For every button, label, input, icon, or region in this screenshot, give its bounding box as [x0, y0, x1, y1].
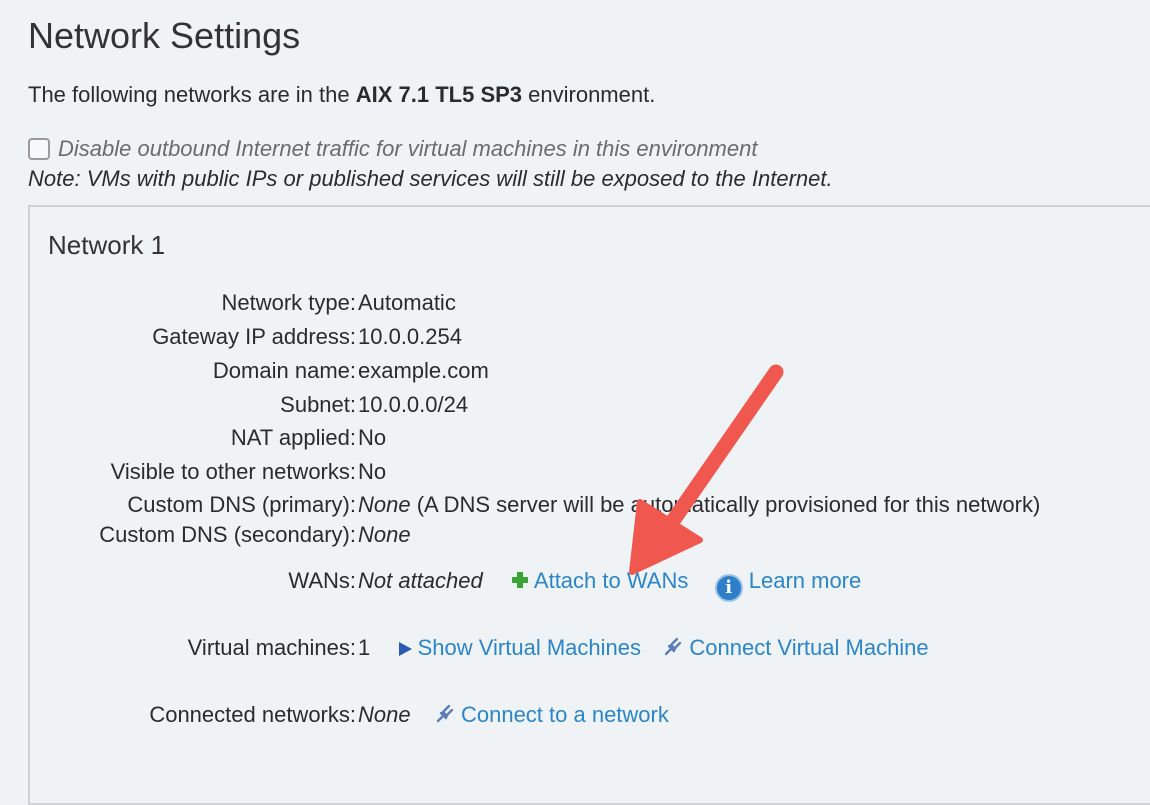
property-value: example.com: [358, 358, 489, 383]
property-label: Subnet:: [280, 392, 356, 417]
property-row-connected-networks: Connected networks: None Connect to a ne…: [30, 700, 1130, 730]
attach-to-wans-link[interactable]: Attach to WANs: [534, 568, 688, 593]
wans-status: Not attached: [358, 568, 483, 593]
dns-secondary-value: None: [358, 522, 411, 547]
property-label: Virtual machines:: [187, 635, 356, 660]
property-row-dns-secondary: Custom DNS (secondary): None: [30, 520, 1130, 550]
virtual-machines-count: 1: [358, 635, 371, 660]
connect-icon[interactable]: [663, 637, 683, 657]
exposure-note: Note: VMs with public IPs or published s…: [28, 166, 833, 191]
property-row-nat-applied: NAT applied: No: [30, 423, 1130, 453]
property-label: Custom DNS (primary):: [127, 492, 356, 517]
property-label: NAT applied:: [230, 425, 356, 450]
property-value: Automatic: [358, 290, 456, 315]
learn-more-link[interactable]: Learn more: [749, 568, 862, 593]
connected-networks-value-group: None Connect to a network: [358, 700, 669, 730]
intro-text: The following networks are in the AIX 7.…: [28, 80, 655, 110]
show-virtual-machines-link[interactable]: Show Virtual Machines: [418, 635, 641, 660]
intro-suffix: environment.: [522, 82, 656, 107]
connected-networks-value: None: [358, 702, 411, 727]
property-label: Network type:: [221, 290, 357, 315]
intro-prefix: The following networks are in the: [28, 82, 356, 107]
property-label: WANs:: [288, 568, 356, 593]
property-row-dns-primary: Custom DNS (primary): None (A DNS server…: [30, 490, 1130, 520]
property-value: 10.0.0.0/24: [358, 392, 469, 417]
plus-icon[interactable]: [511, 571, 529, 589]
property-label: Connected networks:: [149, 702, 356, 727]
property-label: Visible to other networks:: [110, 459, 356, 484]
connect-icon[interactable]: [435, 704, 455, 724]
wans-value-group: Not attached Attach to WANs i Learn more: [358, 566, 861, 602]
disable-outbound-checkbox[interactable]: [28, 138, 50, 160]
property-label: Domain name:: [212, 358, 356, 383]
network-panel: Network 1 Network type: Automatic Gatewa…: [28, 205, 1150, 805]
property-row-wans: WANs: Not attached Attach to WANs i Lear…: [30, 566, 1130, 602]
dns-primary-note: (A DNS server will be automatically prov…: [410, 492, 1041, 517]
info-icon[interactable]: i: [714, 574, 743, 602]
property-row-network-type: Network type: Automatic: [30, 288, 1130, 318]
property-row-virtual-machines: Virtual machines: 1 Show Virtual Machine…: [30, 633, 1130, 663]
virtual-machines-value-group: 1 Show Virtual Machines Connect Virtual …: [358, 633, 929, 663]
property-row-visible-to-other-networks: Visible to other networks: No: [30, 457, 1130, 487]
property-value: No: [358, 459, 387, 484]
property-value: None (A DNS server will be automatically…: [358, 490, 1040, 520]
connect-to-network-link[interactable]: Connect to a network: [461, 702, 669, 727]
disable-outbound-label[interactable]: Disable outbound Internet traffic for vi…: [58, 136, 757, 162]
disable-outbound-row[interactable]: Disable outbound Internet traffic for vi…: [28, 134, 757, 164]
dns-primary-value: None: [358, 492, 411, 517]
property-label: Gateway IP address:: [152, 324, 356, 349]
connect-virtual-machine-link[interactable]: Connect Virtual Machine: [689, 635, 928, 660]
property-value: 10.0.0.254: [358, 324, 462, 349]
page-title: Network Settings: [28, 15, 301, 56]
property-label: Custom DNS (secondary):: [99, 522, 356, 547]
network-title: Network 1: [48, 230, 166, 260]
property-row-domain-name: Domain name: example.com: [30, 356, 1130, 386]
property-row-subnet: Subnet: 10.0.0.0/24: [30, 390, 1130, 420]
property-row-gateway-ip: Gateway IP address: 10.0.0.254: [30, 322, 1130, 352]
property-value: No: [358, 425, 387, 450]
play-icon[interactable]: [398, 642, 412, 656]
environment-name: AIX 7.1 TL5 SP3: [355, 82, 523, 107]
